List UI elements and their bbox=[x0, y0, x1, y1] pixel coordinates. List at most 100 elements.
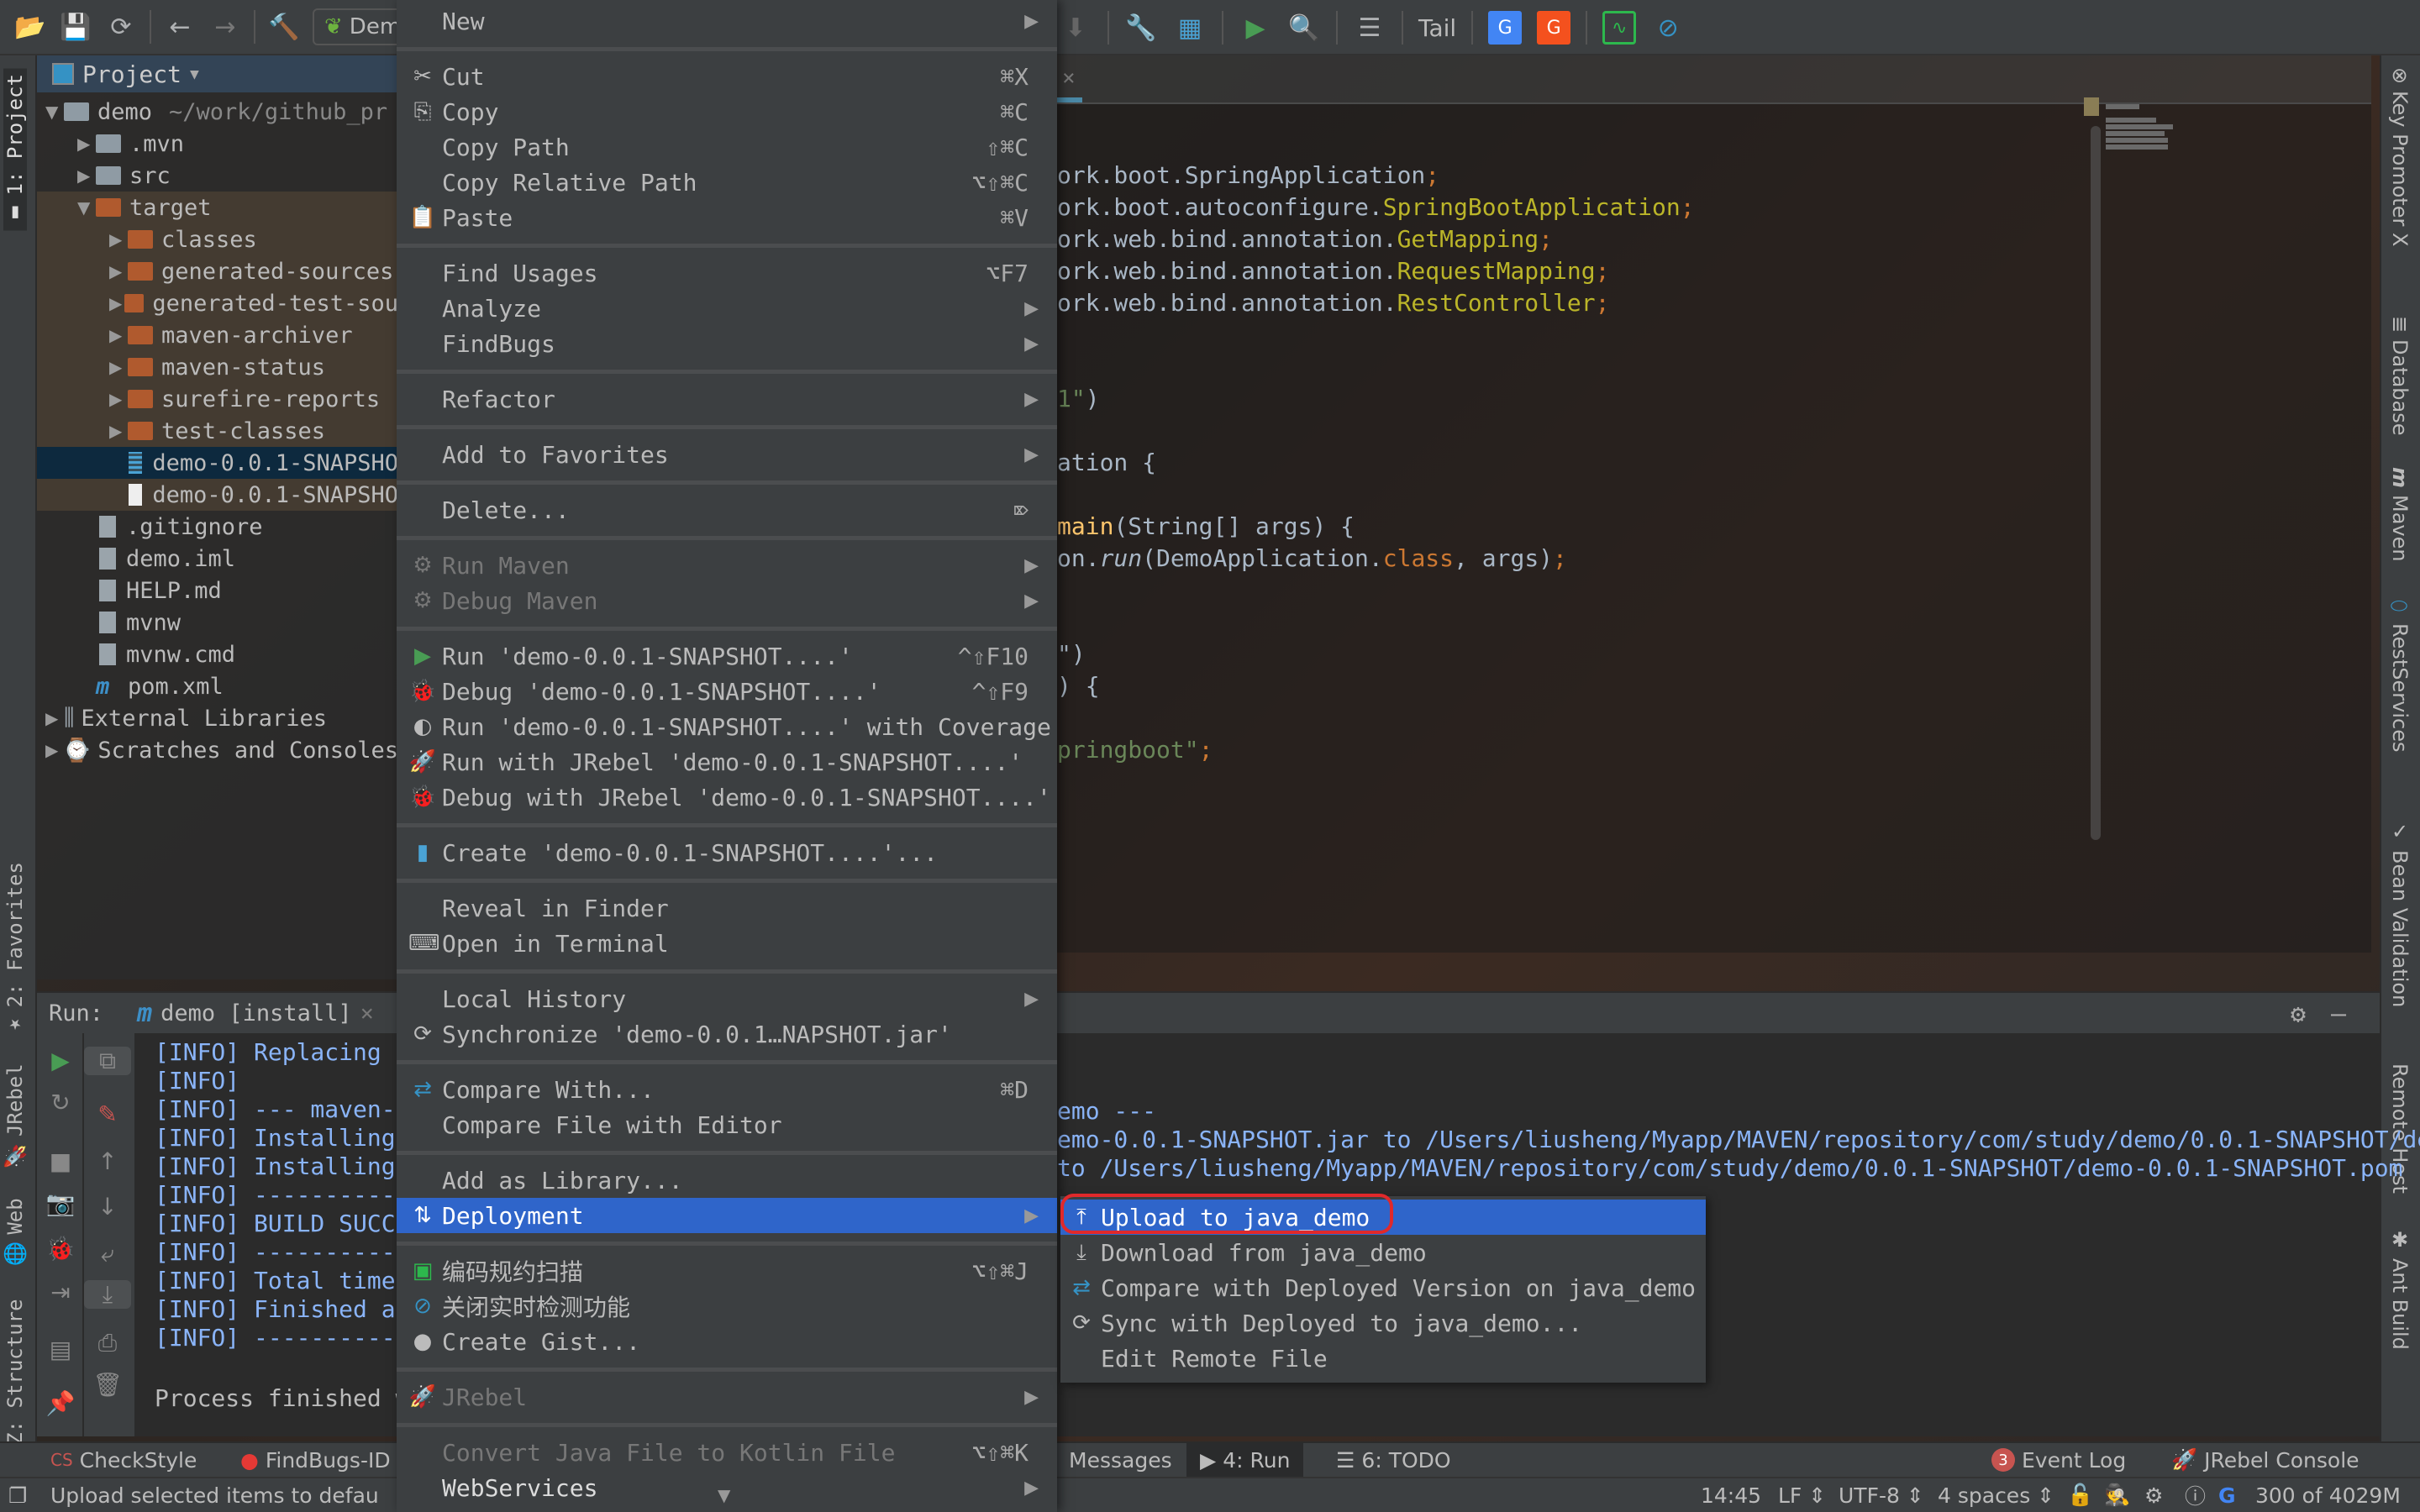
tree-item[interactable]: mvnw.cmd bbox=[37, 638, 398, 670]
inspection-indicator[interactable] bbox=[2084, 97, 2099, 116]
tree-item[interactable]: m pom.xml bbox=[37, 670, 398, 702]
menu-item[interactable]: ⊘ 关闭实时检测功能 bbox=[397, 1289, 1057, 1324]
code-scan-icon[interactable]: ∿ bbox=[1602, 11, 1637, 45]
tab-database[interactable]: ≣ Database bbox=[2388, 316, 2412, 436]
back-icon[interactable]: ← bbox=[163, 10, 197, 44]
settings-wrench-icon[interactable]: 🔧 bbox=[1124, 11, 1158, 45]
tree-item[interactable]: ▼ demo ~/work/github_pr bbox=[37, 96, 398, 128]
line-separator[interactable]: LF ⇕ bbox=[1778, 1483, 1826, 1508]
print-icon[interactable]: ⎙ bbox=[84, 1329, 131, 1357]
tree-item[interactable]: ▶ surefire-reports bbox=[37, 383, 398, 415]
file-encoding[interactable]: UTF-8 ⇕ bbox=[1839, 1483, 1924, 1508]
tab-project[interactable]: ▮ 1: Project bbox=[3, 69, 27, 231]
menu-item-analyze[interactable]: Analyze ▶ bbox=[397, 291, 1057, 326]
tree-item[interactable]: demo.iml bbox=[37, 543, 398, 575]
collapsed-arrow-icon[interactable]: ▶ bbox=[109, 357, 128, 377]
tree-item[interactable]: ▼ target bbox=[37, 192, 398, 223]
clear-icon[interactable]: ✎ bbox=[84, 1100, 131, 1128]
inspector-icon[interactable]: 🕵 bbox=[2104, 1483, 2130, 1508]
tab-checkstyle[interactable]: CS CheckStyle bbox=[50, 1448, 197, 1473]
stop-icon[interactable]: ■ bbox=[37, 1147, 84, 1175]
run-terminal-icon[interactable]: ▶ bbox=[1239, 11, 1272, 45]
submenu-item-edit-remote-file[interactable]: Edit Remote File bbox=[1060, 1341, 1706, 1376]
gear-icon[interactable]: ⚙ bbox=[2291, 1000, 2306, 1029]
caret-position[interactable]: 14:45 bbox=[1701, 1483, 1761, 1508]
menu-item-compare-file-with-editor[interactable]: Compare File with Editor bbox=[397, 1107, 1057, 1142]
menu-item-add-as-library[interactable]: Add as Library... bbox=[397, 1163, 1057, 1198]
tree-item[interactable]: ▶ generated-test-sou bbox=[37, 287, 398, 319]
tree-item[interactable]: ▶ generated-sources bbox=[37, 255, 398, 287]
tab-restservices[interactable]: ⬭ RestServices bbox=[2388, 596, 2412, 752]
git-icon[interactable]: ⚙ bbox=[2144, 1483, 2163, 1508]
tab-event-log[interactable]: 3 Event Log bbox=[1991, 1448, 2126, 1473]
tree-item[interactable]: demo-0.0.1-SNAPSHO bbox=[37, 447, 398, 479]
submenu-item-sync-with-deployed-to-java-demo[interactable]: ⟳ Sync with Deployed to java_demo... bbox=[1060, 1305, 1706, 1341]
code-editor[interactable]: ork.boot.SpringApplication; ork.boot.auto… bbox=[1057, 104, 2371, 953]
tree-item[interactable]: ▶ ⫼ External Libraries bbox=[37, 702, 398, 734]
menu-item-local-history[interactable]: Local History ▶ bbox=[397, 981, 1057, 1016]
tab-maven[interactable]: m Maven bbox=[2388, 467, 2412, 562]
database-console-icon[interactable]: ☰ bbox=[1353, 11, 1386, 45]
save-icon[interactable]: 💾 bbox=[59, 10, 92, 44]
collapsed-arrow-icon[interactable]: ▶ bbox=[45, 740, 63, 760]
menu-item-run-with-jrebel-demo-0-0-1-snapshot[interactable]: 🚀 Run with JRebel 'demo-0.0.1-SNAPSHOT...… bbox=[397, 744, 1057, 780]
collapsed-arrow-icon[interactable]: ▶ bbox=[45, 708, 64, 728]
tab-structure[interactable]: ▚ Z: Structure bbox=[3, 1299, 27, 1463]
tree-item[interactable]: ▶ src bbox=[37, 160, 398, 192]
tab-jrebel-console[interactable]: 🚀 JRebel Console bbox=[2171, 1447, 2360, 1473]
tree-item[interactable]: ▶ maven-archiver bbox=[37, 319, 398, 351]
close-tab-icon[interactable]: × bbox=[1062, 66, 1076, 91]
down-arrow-icon[interactable]: ↓ bbox=[84, 1193, 131, 1221]
import-icon[interactable]: ⇥ bbox=[37, 1278, 84, 1306]
indent-setting[interactable]: 4 spaces ⇕ bbox=[1938, 1483, 2054, 1508]
run-tab-demo-install[interactable]: m demo [install] × bbox=[137, 999, 374, 1028]
tree-item[interactable]: .gitignore bbox=[37, 511, 398, 543]
tab-findbugs[interactable]: ● FindBugs-ID bbox=[240, 1448, 391, 1473]
forward-icon[interactable]: → bbox=[208, 10, 242, 44]
tab-messages[interactable]: Messages bbox=[1069, 1448, 1172, 1473]
menu-item-deployment[interactable]: ⇅ Deployment ▶ bbox=[397, 1198, 1057, 1233]
memory-indicator[interactable]: 300 of 4029M bbox=[2255, 1483, 2401, 1508]
show-console-icon[interactable]: ⧉ bbox=[84, 1047, 131, 1075]
expanded-arrow-icon[interactable]: ▼ bbox=[45, 102, 64, 122]
tree-item[interactable]: mvnw bbox=[37, 606, 398, 638]
project-panel-header[interactable]: Project ▼ bbox=[37, 55, 398, 92]
menu-item[interactable]: ▣ 编码规约扫描 ⌥⇧⌘J bbox=[397, 1253, 1057, 1289]
menu-item-refactor[interactable]: Refactor ▶ bbox=[397, 381, 1057, 417]
lock-icon[interactable]: 🔓 bbox=[2067, 1483, 2093, 1508]
tab-bean-validation[interactable]: ✓ Bean Validation bbox=[2388, 820, 2412, 1007]
rerun-icon[interactable]: ▶ bbox=[37, 1047, 84, 1074]
up-arrow-icon[interactable]: ↑ bbox=[84, 1147, 131, 1175]
sync-icon[interactable]: ⟳ bbox=[104, 10, 138, 44]
minimize-icon[interactable]: — bbox=[2331, 1000, 2346, 1029]
tab-ant-build[interactable]: ✱ Ant Build bbox=[2388, 1228, 2412, 1350]
menu-item-create-demo-0-0-1-snapshot[interactable]: ▮ Create 'demo-0.0.1-SNAPSHOT....'... bbox=[397, 835, 1057, 870]
submenu-item-compare-with-deployed-version-on-java-demo[interactable]: ⇄ Compare with Deployed Version on java_d… bbox=[1060, 1270, 1706, 1305]
tree-item[interactable]: demo-0.0.1-SNAPSHO bbox=[37, 479, 398, 511]
open-folder-icon[interactable]: 📂 bbox=[13, 10, 47, 44]
tree-item[interactable]: HELP.md bbox=[37, 575, 398, 606]
collapsed-arrow-icon[interactable]: ▶ bbox=[109, 389, 128, 409]
submenu-item-download-from-java-demo[interactable]: ⤓ Download from java_demo bbox=[1060, 1235, 1706, 1270]
rerun-failed-icon[interactable]: ↻ bbox=[37, 1089, 84, 1116]
close-tab-icon[interactable]: × bbox=[360, 1000, 374, 1026]
collapsed-arrow-icon[interactable]: ▶ bbox=[109, 261, 128, 281]
collapsed-arrow-icon[interactable]: ▶ bbox=[109, 293, 124, 313]
menu-item-run-demo-0-0-1-snapshot[interactable]: ▶ Run 'demo-0.0.1-SNAPSHOT....' ^⇧F10 bbox=[397, 638, 1057, 674]
tail-button[interactable]: Tail bbox=[1418, 14, 1456, 42]
build-hammer-icon[interactable]: 🔨 bbox=[267, 10, 301, 44]
tree-item[interactable]: ▶ .mvn bbox=[37, 128, 398, 160]
tab-todo[interactable]: ☰ 6: TODO bbox=[1336, 1448, 1451, 1473]
collapsed-arrow-icon[interactable]: ▶ bbox=[77, 165, 96, 186]
menu-item-new[interactable]: New ▶ bbox=[397, 3, 1057, 39]
menu-item-delete[interactable]: Delete... ⌦ bbox=[397, 492, 1057, 528]
menu-item-copy-relative-path[interactable]: Copy Relative Path ⌥⇧⌘C bbox=[397, 165, 1057, 200]
menu-item-synchronize-demo-0-0-1-napshot-jar[interactable]: ⟳ Synchronize 'demo-0.0.1…NAPSHOT.jar' bbox=[397, 1016, 1057, 1052]
tab-jrebel[interactable]: 🚀 JRebel bbox=[3, 1063, 27, 1168]
menu-item-copy-path[interactable]: Copy Path ⇧⌘C bbox=[397, 129, 1057, 165]
tab-web[interactable]: 🌐 Web bbox=[3, 1198, 27, 1266]
menu-item-findbugs[interactable]: FindBugs ▶ bbox=[397, 326, 1057, 361]
tree-item[interactable]: ▶ maven-status bbox=[37, 351, 398, 383]
menu-item-compare-with[interactable]: ⇄ Compare With... ⌘D bbox=[397, 1072, 1057, 1107]
menu-item-paste[interactable]: 📋 Paste ⌘V bbox=[397, 200, 1057, 235]
